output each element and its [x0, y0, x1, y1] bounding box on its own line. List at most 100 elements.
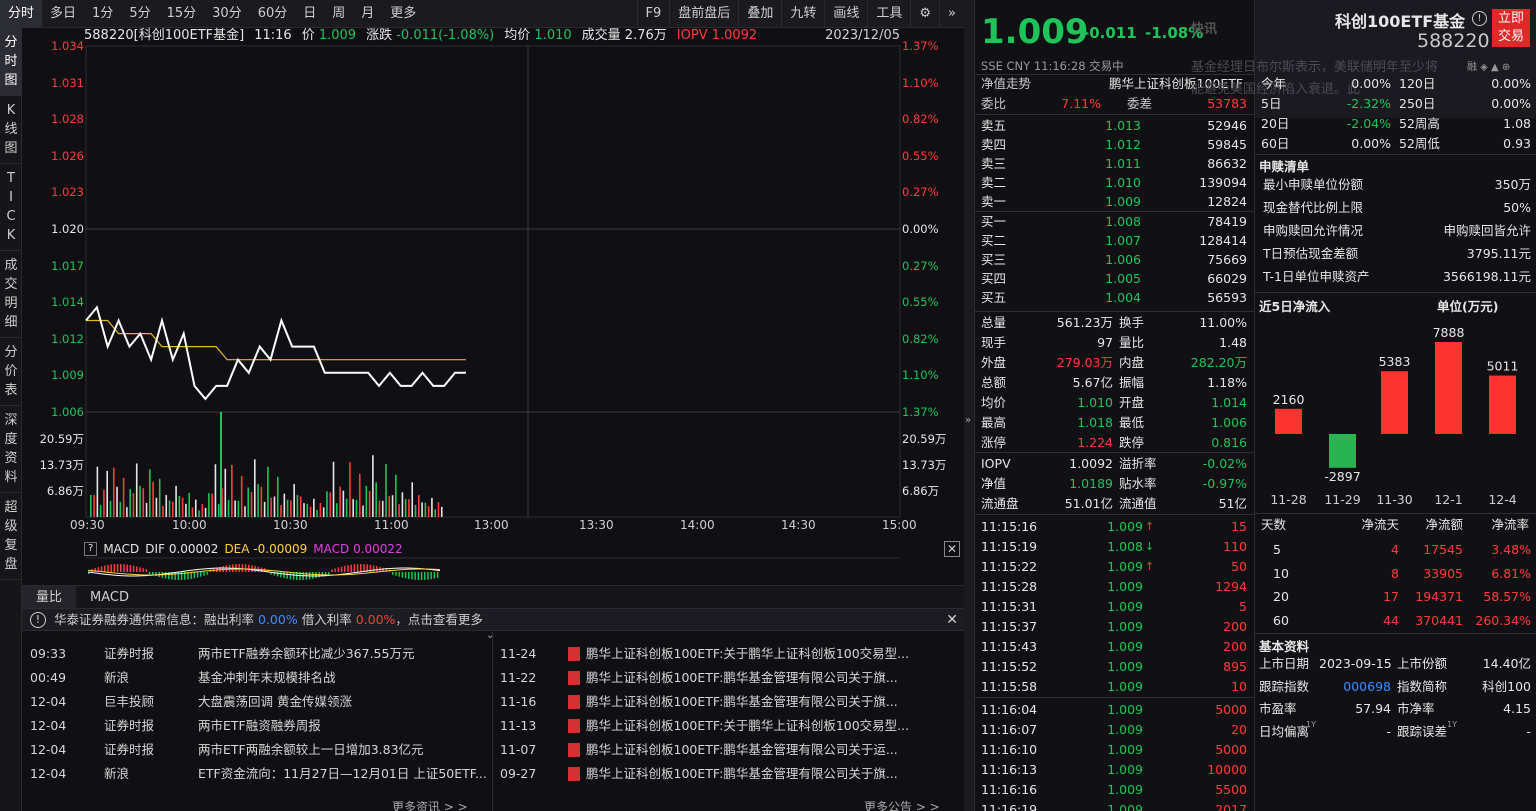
volume-bar [273, 496, 276, 517]
notice-row[interactable]: 11-13 鹏华上证科创板100ETF:关于鹏华上证科创板100交易型... [498, 714, 964, 738]
volume-bar [231, 464, 233, 517]
help-icon[interactable]: ? [84, 542, 98, 556]
macd-bar [414, 572, 416, 580]
volume-bar [158, 478, 161, 517]
volume-bar [135, 463, 138, 517]
notice-date: 11-07 [500, 742, 537, 757]
macd-label: MACD [313, 542, 350, 556]
news-row[interactable]: 12-04 巨丰投顾 大盘震荡回调 黄金传媒领涨 [22, 690, 492, 714]
macd-bar [164, 572, 167, 579]
volume-bar [172, 501, 174, 517]
bid-label: 买一 [981, 214, 1007, 229]
flow-amount: 194371 [1415, 589, 1463, 604]
inflow-date-label: 12-1 [1434, 492, 1462, 507]
tick-price: 1.009 [1107, 599, 1143, 614]
volume-bar [247, 487, 250, 517]
volume-bar [424, 502, 427, 517]
volume-tick-label-right: 13.73万 [902, 458, 947, 472]
volume-bar [427, 506, 430, 517]
basic-value: 57.94 [1355, 701, 1391, 716]
trade-now-button[interactable]: 立即交易 [1492, 9, 1530, 47]
more-news-link[interactable]: 更多资讯 > > [392, 798, 468, 811]
warning-icon: ! [30, 612, 46, 628]
news-row[interactable]: 00:49 新浪 基金冲刺年末规模排名战 [22, 666, 492, 690]
news-source: 新浪 [104, 670, 130, 685]
ask-price: 1.013 [1105, 118, 1141, 133]
tick-time: 11:16:07 [981, 722, 1038, 737]
volume-bar [181, 497, 184, 517]
pct-tick-label: 1.10% [902, 75, 939, 90]
volume-bar [267, 466, 269, 517]
volume-bar [293, 484, 295, 517]
indicator-tabs: 量比 MACD [22, 585, 964, 609]
volume-bar [401, 492, 404, 517]
pdf-icon [568, 695, 580, 709]
flow-amount: 370441 [1415, 612, 1463, 628]
news-time: 12-04 [30, 742, 67, 757]
news-row[interactable]: 12-04 证券时报 两市ETF融资融券周报 [22, 714, 492, 738]
tick-time: 11:15:28 [981, 579, 1038, 594]
volume-bar [191, 507, 194, 517]
macd-bar [340, 566, 343, 572]
volume-bar [319, 503, 322, 517]
volume-bar [155, 497, 158, 517]
flow-days: 60 [1273, 612, 1289, 628]
basic-value[interactable]: 000698 [1319, 677, 1391, 697]
volume-bar [96, 466, 99, 517]
volume-bar [404, 498, 407, 517]
ask-price: 1.010 [1105, 175, 1141, 190]
stat-value: 0.816 [1211, 435, 1247, 450]
inflow-date-label: 11-29 [1324, 492, 1360, 507]
stat-label: 总额 [981, 375, 1007, 390]
info-icon[interactable]: ! [1472, 11, 1487, 26]
inflow-value-label: -2897 [1324, 469, 1360, 484]
news-row[interactable]: 12-04 新浪 ETF资金流向：11月27日—12月01日 上证50ETF... [22, 762, 492, 786]
pct-tick-label: 0.55% [902, 295, 939, 310]
margin-notice[interactable]: ! 华泰证券融券通供需信息：融出利率 0.00% 借入利率 0.00%，点击查看… [22, 609, 964, 631]
tick-time: 11:15:22 [981, 559, 1038, 574]
volume-bar [414, 504, 417, 517]
macd-bar [376, 566, 378, 572]
notice-row[interactable]: 11-16 鹏华上证科创板100ETF:鹏华基金管理有限公司关于旗... [498, 690, 964, 714]
macd-bar [404, 572, 407, 579]
currency: CNY [1006, 59, 1031, 73]
notice-row[interactable]: 09-27 鹏华上证科创板100ETF:鹏华基金管理有限公司关于旗... [498, 762, 964, 786]
flow-days: 5 [1273, 542, 1281, 557]
macd-bar [174, 572, 176, 580]
fund-code: 588220 [1417, 30, 1490, 52]
close-macd-icon[interactable]: ✕ [944, 541, 960, 557]
tick-time: 11:15:43 [981, 639, 1038, 654]
net-inflow-chart[interactable]: 2160 11-28 -2897 11-29 5383 11-30 7888 12-1 5011… [1255, 312, 1536, 512]
indicator-tab[interactable]: 量比 [22, 586, 77, 608]
redeem-label: 申购赎回允许情况 [1263, 223, 1364, 238]
news-row[interactable]: 09:33 证券时报 两市ETF融券余额环比减少367.55万元 [22, 642, 492, 666]
pct-tick-label: 0.82% [902, 331, 939, 346]
time-tick-label: 14:30 [781, 518, 816, 532]
indicator-tab[interactable]: MACD [76, 586, 143, 608]
news-list: 09:33 证券时报 两市ETF融券余额环比减少367.55万元 00:49 新浪 基金冲… [22, 642, 492, 786]
ask-price: 1.009 [1105, 194, 1141, 209]
volume-bar [316, 509, 318, 517]
mini-tools-icons[interactable]: 融 ◈ ▲ ⊕ [1467, 58, 1510, 73]
nav-trend-link[interactable]: 净值走势 [981, 74, 1031, 94]
news-row[interactable]: 12-04 证券时报 两市ETF两融余额较上一日增加3.83亿元 [22, 738, 492, 762]
volume-bar [326, 491, 328, 517]
expand-down-icon[interactable]: ⌄ [486, 630, 494, 641]
volume-bar [165, 495, 168, 517]
notice-row[interactable]: 11-22 鹏华上证科创板100ETF:鹏华基金管理有限公司关于旗... [498, 666, 964, 690]
intraday-chart[interactable] [0, 0, 964, 585]
basic-value: - [1386, 723, 1391, 739]
macd-bar [200, 572, 202, 577]
notice-row[interactable]: 11-24 鹏华上证科创板100ETF:关于鹏华上证科创板100交易型... [498, 642, 964, 666]
macd-bar [123, 564, 125, 572]
more-notices-link[interactable]: 更多公告 > > [864, 798, 940, 811]
notice-row[interactable]: 11-07 鹏华上证科创板100ETF:鹏华基金管理有限公司关于运... [498, 738, 964, 762]
ask-label: 卖四 [981, 137, 1007, 152]
expand-right-icon[interactable]: » [965, 415, 971, 426]
panel-splitter[interactable] [964, 0, 974, 811]
close-notice-icon[interactable]: ✕ [946, 609, 958, 631]
news-title: 两市ETF两融余额较上一日增加3.83亿元 [198, 742, 424, 757]
volume-bar [208, 493, 210, 517]
volume-bar [90, 495, 92, 517]
stat-value: 1.006 [1211, 415, 1247, 430]
